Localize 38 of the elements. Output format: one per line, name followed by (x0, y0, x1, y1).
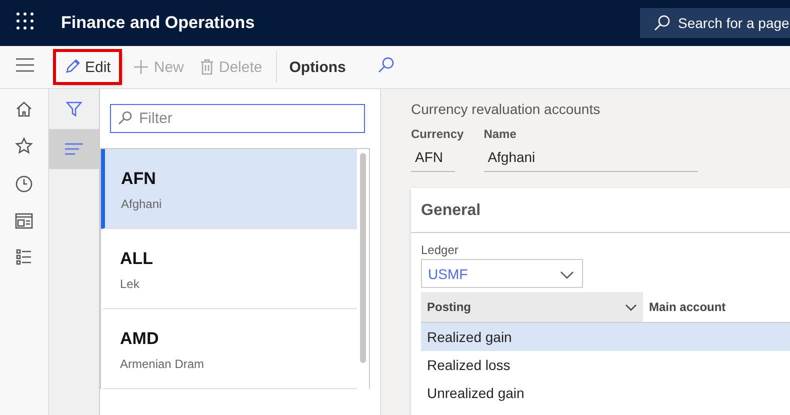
field-label: Name (484, 127, 518, 141)
currency-list-item[interactable]: AMD Armenian Dram (101, 309, 357, 389)
grid-row[interactable]: Realized loss (421, 351, 790, 379)
list-view-button[interactable] (49, 129, 99, 169)
clock-icon (15, 175, 33, 193)
scrollbar-thumb[interactable] (360, 153, 366, 363)
card-title: General (411, 188, 790, 233)
home-icon (16, 101, 32, 117)
lines-icon (65, 143, 83, 155)
ledger-label: Ledger (421, 243, 460, 257)
grid-row[interactable]: Unrealized gain (421, 379, 790, 407)
app-title: Finance and Operations (61, 13, 255, 33)
plus-icon (132, 59, 149, 75)
chevron-down-icon (560, 270, 574, 278)
trash-icon (200, 59, 214, 75)
workspace-icon (15, 213, 33, 229)
field-value: Afghani (484, 143, 698, 172)
currency-list-item[interactable]: AFN Afghani (101, 149, 357, 229)
filter-icon (66, 101, 82, 117)
field-label: Currency (411, 127, 464, 141)
field-value: AFN (411, 143, 455, 172)
pencil-icon (64, 59, 80, 75)
menu-icon (16, 58, 34, 72)
search-icon (654, 15, 670, 31)
app-launcher-icon (16, 12, 34, 30)
star-icon (15, 137, 33, 155)
section-title: Currency revaluation accounts (411, 101, 602, 117)
ledger-dropdown[interactable]: USMF (421, 259, 583, 288)
list-icon (16, 249, 32, 265)
column-header[interactable]: Posting (421, 292, 643, 322)
search-button[interactable]: Search for a page (640, 8, 790, 38)
currency-list-item[interactable]: ALL Lek (101, 229, 357, 309)
search-icon (378, 56, 394, 72)
edit-button[interactable]: Edit (56, 52, 119, 82)
filter-field[interactable]: Filter (110, 104, 365, 133)
grid-row[interactable]: Realized gain (421, 323, 790, 351)
chevron-down-icon (625, 304, 637, 310)
options-button[interactable]: Options (276, 51, 354, 83)
